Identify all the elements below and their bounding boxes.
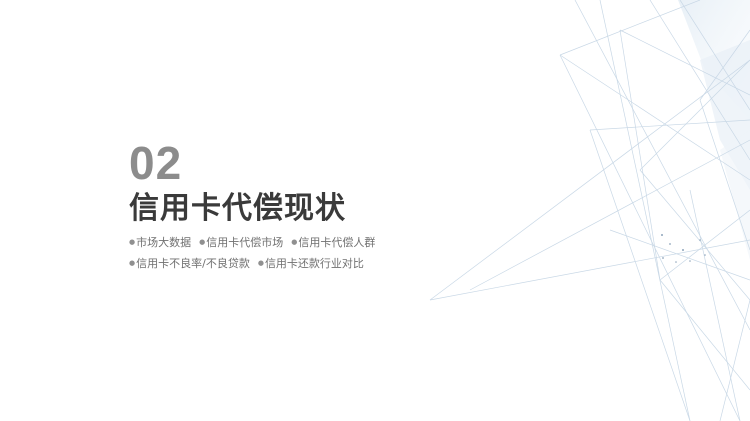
- section-number: 02: [129, 137, 183, 189]
- bullet-row: 信用卡不良率/不良贷款 信用卡还款行业对比: [129, 253, 383, 274]
- bullet-row: 市场大数据 信用卡代偿市场 信用卡代偿人群: [129, 232, 383, 253]
- slide: 02 信用卡代偿现状 市场大数据 信用卡代偿市场 信用卡代偿人群 信用卡不良率/…: [0, 0, 750, 421]
- bullet-item-repayment-population: 信用卡代偿人群: [291, 232, 375, 253]
- bullet-list: 市场大数据 信用卡代偿市场 信用卡代偿人群 信用卡不良率/不良贷款 信用卡还款行…: [129, 232, 383, 274]
- section-title: 信用卡代偿现状: [129, 191, 346, 226]
- bullet-item-npl-rate: 信用卡不良率/不良贷款: [129, 253, 250, 274]
- bullet-item-industry-comparison: 信用卡还款行业对比: [258, 253, 364, 274]
- section-heading-block: 02 信用卡代偿现状 市场大数据 信用卡代偿市场 信用卡代偿人群 信用卡不良率/…: [129, 140, 383, 274]
- bullet-item-market-data: 市场大数据: [129, 232, 191, 253]
- bullet-item-repayment-market: 信用卡代偿市场: [199, 232, 283, 253]
